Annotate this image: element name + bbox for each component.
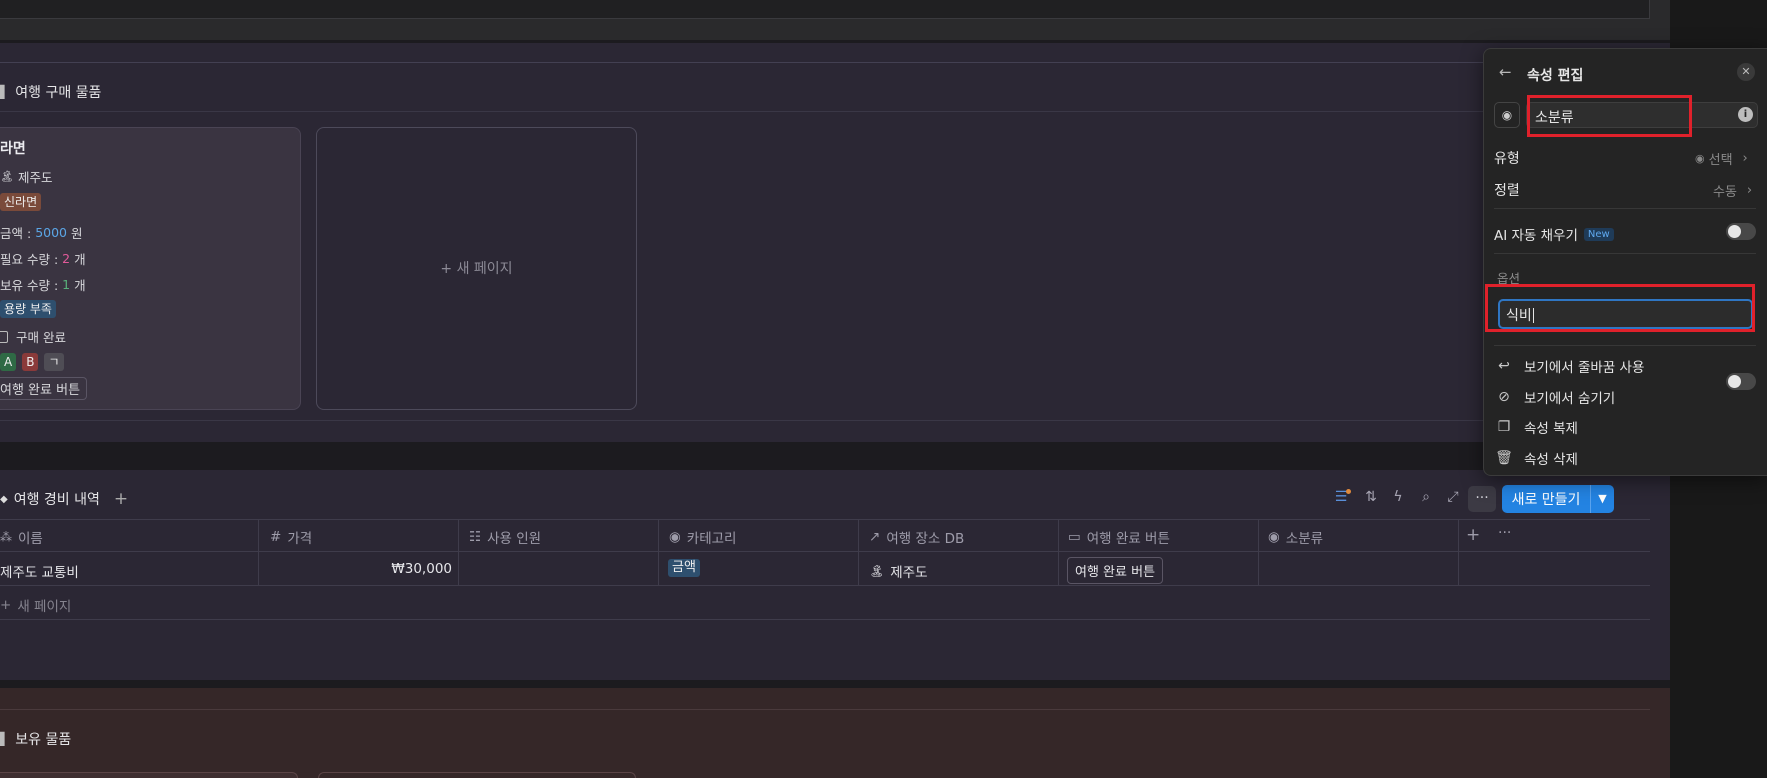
island-icon: 🏝 [0, 170, 14, 183]
close-icon[interactable]: ✕ [1737, 63, 1755, 81]
column-header-place-db[interactable]: ↗ 여행 장소 DB [869, 527, 964, 547]
chevron-down-icon[interactable]: ▼ [1590, 485, 1614, 513]
table-row[interactable] [0, 552, 1650, 586]
delete-property-item[interactable]: 🗑 속성 삭제 [1494, 448, 1578, 468]
plus-icon: + [0, 597, 12, 613]
top-section-inner [0, 0, 1650, 19]
filter-indicator [1346, 489, 1351, 494]
divider [0, 420, 1650, 421]
cell-name[interactable]: 제주도 교통비 [0, 561, 79, 581]
property-type-icon[interactable]: ◉ [1494, 102, 1520, 128]
island-icon: 🏝 [869, 564, 885, 578]
cell-price[interactable]: ₩30,000 [262, 561, 452, 577]
duplicate-icon: ❐ [1497, 419, 1511, 435]
section-gap [0, 448, 1670, 470]
gallery-new-page[interactable]: + 새 페이지 [316, 258, 637, 278]
table-header-row [0, 519, 1650, 552]
sort-selector[interactable]: 수동 › [1713, 181, 1752, 200]
chevron-right-icon: › [1742, 151, 1748, 166]
divider [1494, 208, 1756, 209]
divider [0, 709, 1650, 710]
database-icon: ▌ [0, 732, 10, 746]
owned-card[interactable] [0, 772, 298, 778]
type-label: 유형 [1494, 151, 1520, 167]
select-icon: ◉ [669, 529, 681, 545]
info-icon[interactable]: i [1738, 107, 1753, 122]
divider [0, 62, 1650, 63]
ai-autofill-label: AI 자동 채우기 New [1494, 224, 1614, 244]
more-options-button[interactable]: ··· [1468, 486, 1496, 512]
sort-icon[interactable]: ⇅ [1361, 489, 1381, 505]
duplicate-property-item[interactable]: ❐ 속성 복제 [1494, 417, 1578, 437]
button-icon: ▭ [1068, 529, 1081, 545]
column-header-subcategory[interactable]: ◉ 소분류 [1268, 527, 1323, 547]
table-new-page[interactable]: + 새 페이지 [0, 595, 71, 615]
owned-items-section [0, 688, 1670, 778]
card-tags: A B ㄱ [0, 353, 64, 371]
column-header-category[interactable]: ◉ 카테고리 [669, 527, 736, 547]
trash-icon: 🗑 [1495, 450, 1513, 466]
add-view-icon[interactable]: + [114, 489, 128, 509]
cell-complete-button[interactable]: 여행 완료 버튼 [1067, 557, 1164, 584]
panel-title: 속성 편집 [1527, 68, 1584, 84]
search-icon[interactable]: ⌕ [1416, 489, 1436, 505]
card-need-qty: 필요 수량 : 2 개 [0, 251, 86, 267]
new-entry-button[interactable]: 새로 만들기 ▼ [1502, 485, 1614, 513]
owned-card[interactable] [318, 772, 636, 778]
hide-in-view-item[interactable]: ⊘ 보기에서 숨기기 [1494, 387, 1615, 407]
card-checkbox[interactable]: 구매 완료 [0, 327, 66, 346]
chevron-right-icon: › [1746, 183, 1753, 198]
column-more-icon[interactable]: ··· [1498, 525, 1511, 541]
card-amount: 금액 : 5000 원 [0, 225, 83, 241]
card-complete-button[interactable]: 여행 완료 버튼 [0, 377, 88, 400]
sort-label: 정렬 [1494, 183, 1520, 199]
table-title[interactable]: ◆ 여행 경비 내역 + [0, 489, 128, 509]
select-icon: ◉ [1695, 152, 1705, 165]
checkbox-icon[interactable] [0, 330, 8, 343]
expand-icon[interactable]: ⤢ [1443, 489, 1463, 505]
highlight-box-name [1527, 95, 1692, 137]
column-header-name[interactable]: ⁂ 이름 [0, 527, 43, 547]
wrap-icon: ↩ [1498, 358, 1510, 374]
cell-category[interactable]: 금액 [668, 559, 700, 577]
title-icon: ⁂ [0, 530, 12, 544]
card-place[interactable]: 🏝 제주도 [0, 167, 52, 186]
card-category-tag: 신라면 [0, 193, 42, 211]
database-icon: ▌ [0, 85, 10, 99]
relation-icon: ↗ [869, 529, 881, 545]
table-new-row [0, 586, 1650, 620]
column-header-price[interactable]: # 가격 [270, 527, 312, 547]
divider [1494, 253, 1756, 254]
owned-items-title[interactable]: ▌ 보유 물품 [0, 729, 71, 749]
eye-off-icon: ⊘ [1498, 389, 1510, 405]
column-header-complete-button[interactable]: ▭ 여행 완료 버튼 [1068, 527, 1170, 547]
list-icon: ☷ [469, 529, 482, 545]
ai-autofill-toggle[interactable] [1726, 223, 1756, 240]
wrap-in-view-item[interactable]: ↩ 보기에서 줄바꿈 사용 [1494, 356, 1644, 376]
type-selector[interactable]: ◉ 선택 › [1695, 149, 1748, 168]
back-arrow-icon[interactable]: ← [1499, 63, 1512, 81]
cell-place[interactable]: 🏝 제주도 [869, 561, 928, 581]
card-have-qty: 보유 수량 : 1 개 [0, 277, 86, 293]
number-icon: # [270, 529, 282, 545]
gallery-title[interactable]: ▌ 여행 구매 물품 [0, 82, 101, 102]
highlight-box-option [1485, 284, 1755, 332]
add-column-icon[interactable]: + [1466, 525, 1480, 545]
column-header-people[interactable]: ☷ 사용 인원 [469, 527, 541, 547]
database-icon: ◆ [0, 493, 8, 505]
divider [0, 111, 1650, 112]
plus-icon: + [440, 261, 453, 277]
divider [1494, 345, 1756, 346]
card-status-tag: 용량 부족 [0, 300, 56, 318]
automation-icon[interactable]: ϟ [1388, 489, 1408, 505]
wrap-toggle[interactable] [1726, 373, 1756, 390]
card-title: 라면 [0, 141, 26, 157]
select-icon: ◉ [1268, 529, 1280, 545]
